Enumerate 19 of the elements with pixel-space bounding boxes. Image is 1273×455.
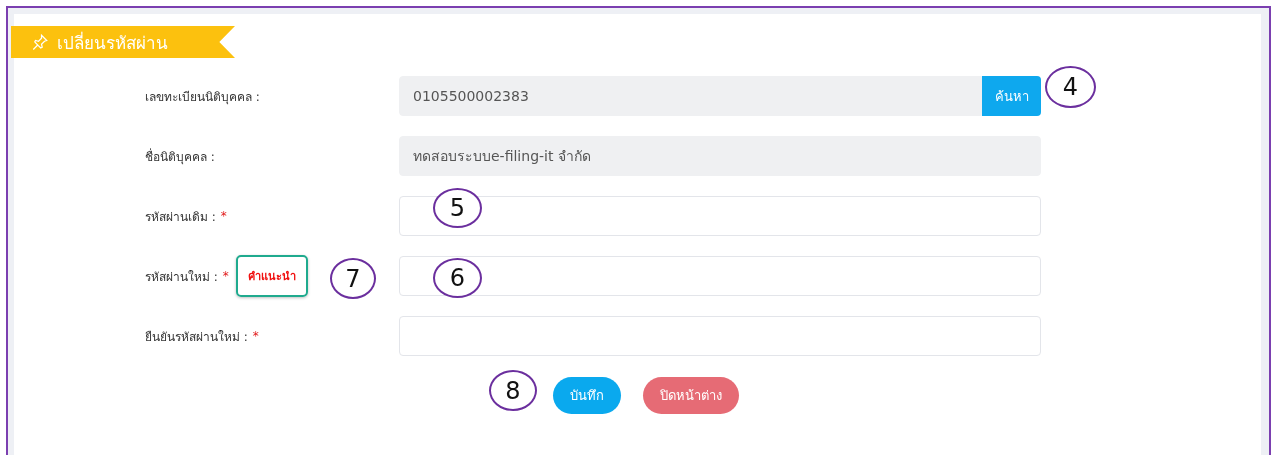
field-label: ยืนยันรหัสผ่านใหม่ :	[145, 328, 248, 346]
required-mark: *	[220, 209, 227, 223]
field-label: รหัสผ่านใหม่ :	[145, 268, 218, 286]
input-field[interactable]	[399, 196, 1041, 236]
field-label: รหัสผ่านเดิม :	[145, 208, 216, 226]
input-field[interactable]: ทดสอบระบบe-filing-it จำกัด	[399, 136, 1041, 176]
search-button[interactable]: ค้นหา	[982, 76, 1041, 116]
page-title-banner: เปลี่ยนรหัสผ่าน	[11, 26, 235, 58]
input-field[interactable]	[399, 316, 1041, 356]
close-button[interactable]: ปิดหน้าต่าง	[643, 377, 739, 414]
required-mark: *	[252, 329, 259, 343]
required-mark: *	[222, 269, 229, 283]
input-field[interactable]: 0105500002383	[399, 76, 982, 116]
field-label: ชื่อนิติบุคคล :	[145, 147, 215, 166]
field-label: เลขทะเบียนนิติบุคคล :	[145, 88, 260, 106]
pin-icon	[31, 33, 49, 51]
input-field[interactable]	[399, 256, 1041, 296]
save-button[interactable]: บันทึก	[553, 377, 621, 414]
hint-link[interactable]: คำแนะนำ	[247, 267, 296, 285]
